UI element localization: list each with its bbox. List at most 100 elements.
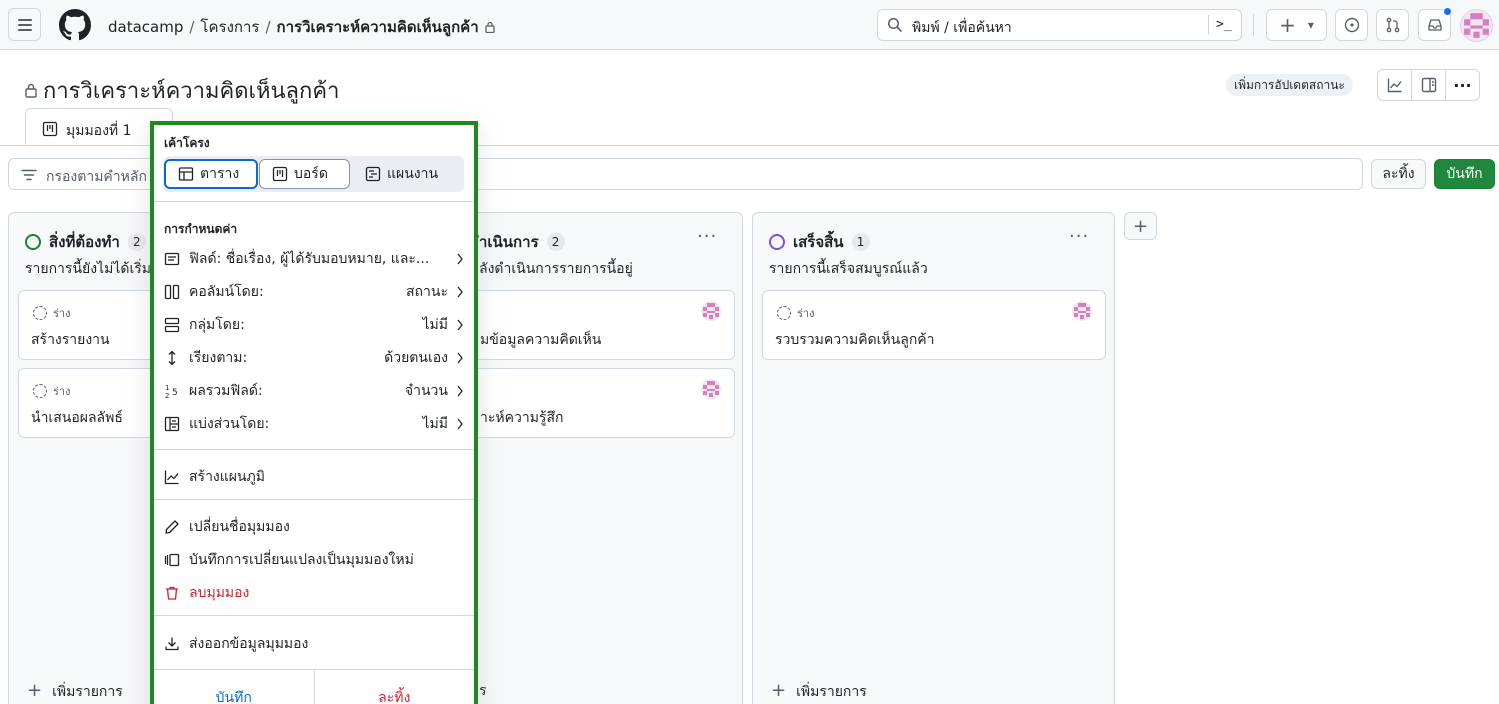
menu-item-create-chart[interactable]: สร้างแผนภูมิ	[164, 465, 464, 489]
download-icon	[165, 637, 179, 651]
menu-item-group-by[interactable]: กลุ่มโดย: ไม่มี	[164, 313, 464, 337]
column-description: รายการนี้เสร็จสมบูรณ์แล้ว	[769, 261, 928, 277]
sum-icon: 12 5	[165, 384, 178, 399]
svg-text:5: 5	[172, 388, 178, 398]
menu-item-label: เปลี่ยนชื่อมุมมอง	[189, 519, 290, 535]
github-logo-icon[interactable]	[59, 9, 91, 41]
menu-item-rename-view[interactable]: เปลี่ยนชื่อมุมมอง	[164, 515, 464, 539]
add-item-button[interactable]: ร	[479, 680, 487, 702]
menu-item-sort-by[interactable]: เรียงตาม: ด้วยตนเอง	[164, 346, 464, 370]
menu-discard-button[interactable]: ละทิ้ง	[315, 670, 475, 704]
column-options-button[interactable]: ···	[1069, 226, 1089, 247]
card-title[interactable]: สร้างรายงาน	[31, 329, 110, 351]
divider	[154, 201, 474, 202]
breadcrumb-org[interactable]: datacamp	[108, 18, 183, 36]
project-title-text: การวิเคราะห์ความคิดเห็นลูกค้า	[43, 79, 340, 104]
search-input[interactable]: พิมพ์ / เพื่อค้นหา >_	[877, 9, 1242, 41]
rows-icon	[164, 317, 180, 333]
assignee-avatar[interactable]	[701, 379, 721, 399]
filter-placeholder: กรองตามคำหลัก	[46, 169, 147, 185]
identicon-icon	[1074, 303, 1090, 319]
column-count: 2	[127, 233, 146, 251]
menu-button[interactable]	[8, 8, 41, 41]
plus-icon: +	[27, 680, 43, 701]
layout-section-title: เค้าโครง	[164, 136, 210, 150]
assignee-avatar[interactable]	[1072, 301, 1092, 321]
view-options-menu: เค้าโครง ตาราง บอร์ด แผนงาน การกำหนดค่า …	[150, 121, 478, 704]
menu-item-label: ส่งออกข้อมูลมุมมอง	[189, 636, 309, 652]
card-title[interactable]: นำเสนอผลลัพธ์	[31, 407, 123, 429]
assignee-avatar[interactable]	[701, 301, 721, 321]
status-done-icon	[769, 234, 785, 250]
divider	[154, 615, 474, 616]
board-icon	[272, 166, 288, 182]
identicon-icon	[703, 303, 719, 319]
add-item-label: เพิ่มรายการ	[52, 684, 123, 700]
column-count: 2	[546, 233, 565, 251]
pull-requests-button[interactable]	[1376, 9, 1409, 41]
layout-table-button[interactable]: ตาราง	[164, 159, 258, 189]
save-button[interactable]: บันทึก	[1434, 159, 1495, 189]
card-title[interactable]: รวบรวมความคิดเห็นลูกค้า	[775, 329, 935, 351]
add-column-button[interactable]: +	[1124, 212, 1157, 240]
menu-item-field-sum[interactable]: 125 ผลรวมฟิลด์: จำนวน	[164, 379, 464, 403]
add-item-button[interactable]: + เพิ่มรายการ	[771, 680, 867, 703]
layout-board-button[interactable]: บอร์ด	[259, 159, 350, 189]
board-card[interactable]: ร่าง รวบรวมความคิดเห็นลูกค้า	[762, 290, 1106, 360]
menu-item-fields[interactable]: ฟิลด์: ชื่อเรื่อง, ผู้ได้รับมอบหมาย, และ…	[164, 247, 464, 271]
breadcrumb-project[interactable]: การวิเคราะห์ความคิดเห็นลูกค้า	[277, 18, 479, 36]
menu-item-delete-view[interactable]: ลบมุมมอง	[164, 581, 464, 605]
breadcrumb-separator: /	[189, 18, 195, 36]
menu-item-column-by[interactable]: คอลัมน์โดย: สถานะ	[164, 280, 464, 304]
menu-item-value: สถานะ	[406, 284, 448, 300]
menu-item-save-as-new-view[interactable]: บันทึกการเปลี่ยนแปลงเป็นมุมมองใหม่	[164, 548, 464, 572]
filter-icon	[21, 169, 37, 181]
breadcrumb-section[interactable]: โครงการ	[200, 18, 259, 36]
create-new-button[interactable]: + ▾	[1266, 9, 1327, 41]
menu-item-export-view[interactable]: ส่งออกข้อมูลมุมมอง	[164, 632, 464, 656]
layout-label: ตาราง	[200, 166, 240, 182]
svg-text:2: 2	[165, 392, 169, 399]
search-placeholder: พิมพ์ / เพื่อค้นหา	[912, 20, 1012, 36]
columns-icon	[164, 284, 180, 300]
menu-item-value: ไม่มี	[422, 317, 449, 333]
side-panel-button[interactable]	[1412, 70, 1446, 100]
page-title: การวิเคราะห์ความคิดเห็นลูกค้า	[25, 73, 339, 108]
menu-item-label: แบ่งส่วนโดย:	[189, 416, 270, 432]
add-status-update-button[interactable]: เพิ่มการอัปเดตสถานะ	[1226, 74, 1353, 96]
issues-button[interactable]	[1335, 9, 1368, 41]
git-pull-request-icon	[1386, 17, 1399, 33]
more-options-button[interactable]: ···	[1446, 70, 1479, 100]
menu-item-value: ด้วยตนเอง	[384, 350, 448, 366]
card-title[interactable]: มข้อมูลความคิดเห็น	[480, 329, 601, 351]
chevron-right-icon	[457, 385, 463, 397]
column-title: สิ่งที่ต้องทำ	[49, 233, 120, 251]
tab-label: มุมมองที่ 1	[66, 123, 132, 139]
card-title[interactable]: าะห์ความรู้สึก	[480, 407, 563, 429]
draft-icon	[33, 384, 47, 398]
menu-item-label: ลบมุมมอง	[189, 585, 250, 601]
menu-item-value: จำนวน	[404, 383, 448, 399]
insights-button[interactable]	[1378, 70, 1412, 100]
command-palette-icon[interactable]: >_	[1216, 17, 1232, 32]
column-options-button[interactable]: ···	[697, 226, 717, 247]
notification-indicator	[1443, 7, 1452, 16]
draft-badge: ร่าง	[777, 304, 814, 322]
graph-icon	[164, 470, 179, 485]
layout-roadmap-button[interactable]: แผนงาน	[353, 159, 461, 189]
menu-save-button[interactable]: บันทึก	[154, 670, 315, 704]
column-description: ลังดำเนินการรายการนี้อยู่	[479, 261, 633, 277]
trash-icon	[166, 586, 178, 600]
identicon-icon	[703, 381, 719, 397]
add-item-button[interactable]: + เพิ่มรายการ	[27, 680, 123, 703]
menu-item-slice-by[interactable]: แบ่งส่วนโดย: ไม่มี	[164, 412, 464, 436]
discard-button[interactable]: ละทิ้ง	[1371, 159, 1426, 189]
avatar[interactable]	[1460, 9, 1493, 42]
menu-item-label: ผลรวมฟิลด์:	[189, 383, 263, 399]
divider	[1208, 15, 1209, 35]
divider	[154, 449, 474, 450]
menu-footer: บันทึก ละทิ้ง	[154, 669, 474, 704]
table-icon	[178, 167, 194, 181]
sidebar-icon	[1421, 77, 1436, 93]
chevron-right-icon	[457, 352, 463, 364]
